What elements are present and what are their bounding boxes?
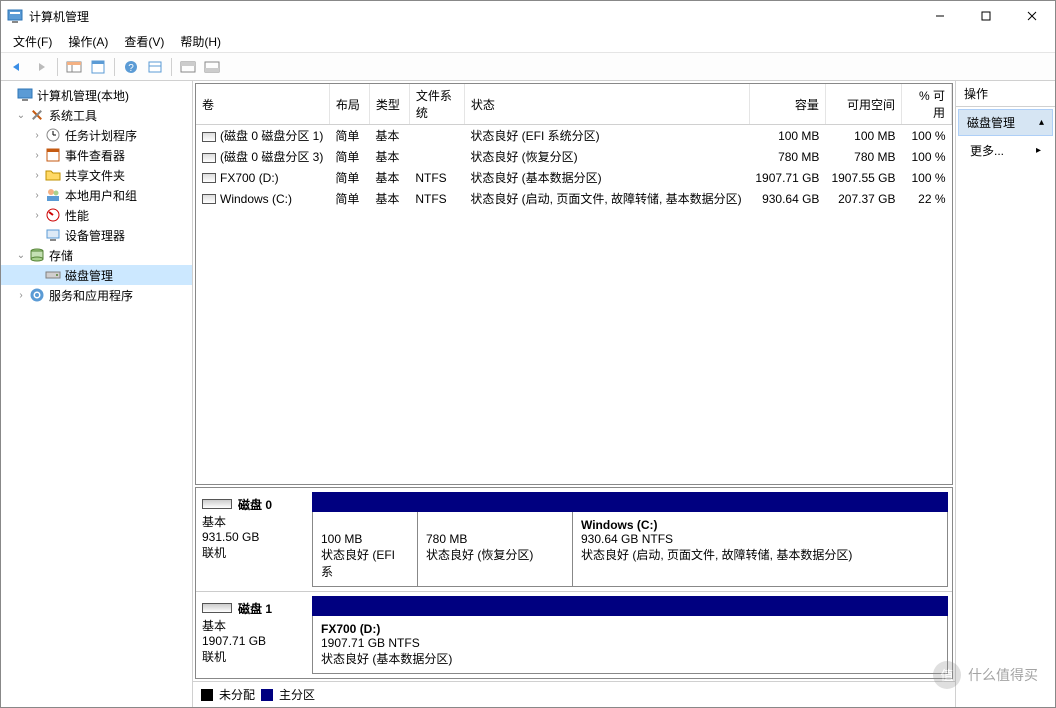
legend-primary-label: 主分区	[279, 686, 315, 703]
col-pct[interactable]: % 可用	[902, 84, 952, 125]
back-button[interactable]	[5, 56, 29, 78]
nav-tree[interactable]: 计算机管理(本地) ⌄系统工具 ›任务计划程序 ›事件查看器 ›共享文件夹 ›本…	[1, 81, 193, 707]
minimize-button[interactable]	[917, 1, 963, 31]
services-icon	[29, 287, 45, 303]
tree-systools[interactable]: ⌄系统工具	[1, 105, 192, 125]
disk-graph[interactable]: 磁盘 0基本931.50 GB联机100 MB状态良好 (EFI 系780 MB…	[195, 487, 953, 679]
volume-list[interactable]: 卷 布局 类型 文件系统 状态 容量 可用空间 % 可用 (磁盘 0 磁盘分区 …	[195, 83, 953, 485]
close-button[interactable]	[1009, 1, 1055, 31]
disk-row[interactable]: 磁盘 0基本931.50 GB联机100 MB状态良好 (EFI 系780 MB…	[196, 488, 952, 592]
users-icon	[45, 187, 61, 203]
volume-row[interactable]: (磁盘 0 磁盘分区 1)简单基本状态良好 (EFI 系统分区)100 MB10…	[196, 125, 952, 147]
refresh-button[interactable]	[143, 56, 167, 78]
legend-unalloc-label: 未分配	[219, 686, 255, 703]
window-title: 计算机管理	[29, 8, 917, 25]
partition[interactable]: Windows (C:)930.64 GB NTFS状态良好 (启动, 页面文件…	[573, 512, 948, 587]
menu-action[interactable]: 操作(A)	[60, 31, 116, 52]
partition[interactable]: 780 MB状态良好 (恢复分区)	[418, 512, 573, 587]
event-icon	[45, 147, 61, 163]
col-fs[interactable]: 文件系统	[409, 84, 464, 125]
tree-perf[interactable]: ›性能	[1, 205, 192, 225]
partition[interactable]: FX700 (D:)1907.71 GB NTFS状态良好 (基本数据分区)	[313, 616, 948, 674]
legend: 未分配 主分区	[193, 681, 955, 707]
menubar: 文件(F) 操作(A) 查看(V) 帮助(H)	[1, 31, 1055, 53]
actions-header: 操作	[956, 81, 1055, 107]
clock-icon	[45, 127, 61, 143]
titlebar: 计算机管理	[1, 1, 1055, 31]
legend-unalloc-swatch	[201, 689, 213, 701]
menu-view[interactable]: 查看(V)	[116, 31, 172, 52]
col-type[interactable]: 类型	[369, 84, 409, 125]
tree-services[interactable]: ›服务和应用程序	[1, 285, 192, 305]
app-icon	[7, 8, 23, 24]
volume-row[interactable]: (磁盘 0 磁盘分区 3)简单基本状态良好 (恢复分区)780 MB780 MB…	[196, 146, 952, 167]
col-free[interactable]: 可用空间	[825, 84, 901, 125]
storage-icon	[29, 247, 45, 263]
volume-row[interactable]: FX700 (D:)简单基本NTFS状态良好 (基本数据分区)1907.71 G…	[196, 167, 952, 188]
help-button[interactable]: ?	[119, 56, 143, 78]
disk-icon	[45, 267, 61, 283]
menu-help[interactable]: 帮助(H)	[172, 31, 229, 52]
actions-pane: 操作 磁盘管理▴ 更多...▸	[955, 81, 1055, 707]
properties-button[interactable]	[86, 56, 110, 78]
tree-shared[interactable]: ›共享文件夹	[1, 165, 192, 185]
col-layout[interactable]: 布局	[329, 84, 369, 125]
device-icon	[45, 227, 61, 243]
perf-icon	[45, 207, 61, 223]
col-volume[interactable]: 卷	[196, 84, 329, 125]
col-capacity[interactable]: 容量	[749, 84, 825, 125]
chevron-right-icon: ▸	[1036, 145, 1041, 156]
tools-icon	[29, 107, 45, 123]
menu-file[interactable]: 文件(F)	[5, 31, 60, 52]
volume-row[interactable]: Windows (C:)简单基本NTFS状态良好 (启动, 页面文件, 故障转储…	[196, 188, 952, 209]
actions-more[interactable]: 更多...▸	[956, 138, 1055, 163]
collapse-icon: ▴	[1039, 117, 1044, 128]
toolbar: ?	[1, 53, 1055, 81]
partition[interactable]: 100 MB状态良好 (EFI 系	[313, 512, 418, 587]
maximize-button[interactable]	[963, 1, 1009, 31]
tree-diskmgmt[interactable]: 磁盘管理	[1, 265, 192, 285]
folder-icon	[45, 167, 61, 183]
tree-devmgr[interactable]: 设备管理器	[1, 225, 192, 245]
computer-icon	[17, 87, 33, 103]
forward-button[interactable]	[29, 56, 53, 78]
show-hide-tree-button[interactable]	[62, 56, 86, 78]
actions-selected[interactable]: 磁盘管理▴	[958, 109, 1053, 136]
view-bottom-button[interactable]	[200, 56, 224, 78]
svg-text:?: ?	[128, 63, 134, 74]
tree-users[interactable]: ›本地用户和组	[1, 185, 192, 205]
tree-eventviewer[interactable]: ›事件查看器	[1, 145, 192, 165]
col-status[interactable]: 状态	[464, 84, 749, 125]
tree-scheduler[interactable]: ›任务计划程序	[1, 125, 192, 145]
disk-row[interactable]: 磁盘 1基本1907.71 GB联机FX700 (D:)1907.71 GB N…	[196, 592, 952, 678]
view-top-button[interactable]	[176, 56, 200, 78]
tree-storage[interactable]: ⌄存储	[1, 245, 192, 265]
tree-root[interactable]: 计算机管理(本地)	[1, 85, 192, 105]
legend-primary-swatch	[261, 689, 273, 701]
